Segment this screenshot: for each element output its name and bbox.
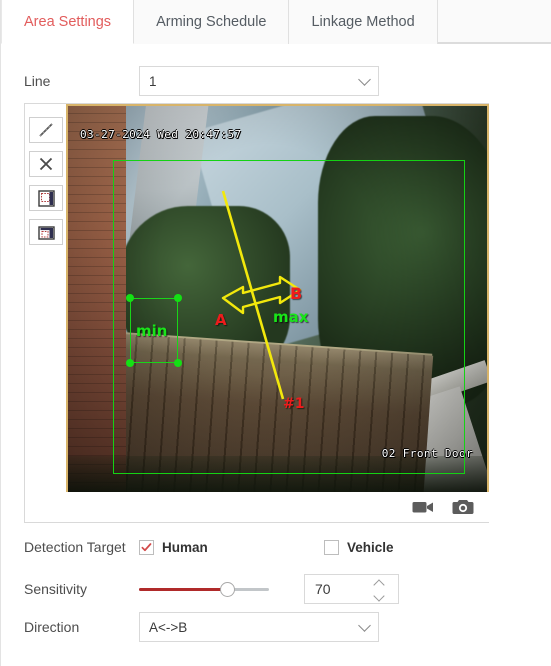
line-select-value: 1 xyxy=(149,73,157,89)
line-crossing-detection-panel: Area Settings Arming Schedule Linkage Me… xyxy=(0,0,551,666)
spinner-arrows xyxy=(374,578,387,600)
tab-arming-schedule-label: Arming Schedule xyxy=(156,14,267,30)
delete-tool[interactable] xyxy=(29,151,63,177)
tab-area-settings-label: Area Settings xyxy=(24,13,112,30)
direction-select[interactable]: A<->B xyxy=(139,612,379,642)
chevron-down-icon xyxy=(358,619,371,632)
human-checkbox-label: Human xyxy=(162,539,208,555)
min-box-handle-tl[interactable] xyxy=(126,294,134,302)
human-checkbox[interactable] xyxy=(139,539,154,555)
tab-area-settings[interactable]: Area Settings xyxy=(1,0,135,44)
side-a-label: A xyxy=(215,311,227,329)
close-icon xyxy=(39,157,53,171)
sensitivity-input[interactable]: 70 xyxy=(304,574,399,604)
tab-linkage-method-label: Linkage Method xyxy=(311,14,415,30)
crossing-line[interactable] xyxy=(221,190,285,400)
chevron-down-icon xyxy=(358,73,371,86)
max-size-label: max xyxy=(273,308,309,326)
camera-video-feed[interactable]: 03-27-2024 Wed 20:47:57 02 Front Door mi… xyxy=(66,104,489,494)
direction-select-value: A<->B xyxy=(149,619,188,635)
slider-thumb[interactable] xyxy=(219,582,235,597)
detection-target-label: Detection Target xyxy=(24,539,126,555)
detection-target-vehicle[interactable]: Vehicle xyxy=(324,539,394,555)
line-select[interactable]: 1 xyxy=(139,66,379,96)
clear-area-tool[interactable] xyxy=(29,185,63,211)
spinner-down-icon[interactable] xyxy=(374,593,385,600)
min-box-handle-br[interactable] xyxy=(174,359,182,367)
record-icon[interactable] xyxy=(412,499,434,515)
sensitivity-label: Sensitivity xyxy=(24,581,88,597)
detection-target-human[interactable]: Human xyxy=(139,539,324,555)
slider-fill xyxy=(139,588,227,591)
tab-arming-schedule[interactable]: Arming Schedule xyxy=(134,0,290,44)
min-box-handle-bl[interactable] xyxy=(126,359,134,367)
check-icon xyxy=(141,542,152,551)
vehicle-checkbox[interactable] xyxy=(324,539,339,555)
min-size-label: min xyxy=(136,322,168,340)
tab-bar-filler xyxy=(437,0,551,43)
clear-all-icon xyxy=(37,225,55,240)
line-label: Line xyxy=(24,73,51,89)
clear-all-tool[interactable] xyxy=(29,219,63,245)
snapshot-icon[interactable] xyxy=(452,498,474,516)
video-controls-bar xyxy=(25,492,490,522)
sensitivity-value: 70 xyxy=(315,581,331,597)
direction-label: Direction xyxy=(24,619,80,635)
line-row: Line 1 xyxy=(24,65,489,97)
detection-target-row: Detection Target Human Vehicle xyxy=(24,536,489,558)
min-box-handle-tr[interactable] xyxy=(174,294,182,302)
direction-row: Direction A<->B xyxy=(24,611,489,643)
side-b-label: B xyxy=(290,284,303,303)
live-preview-panel: 03-27-2024 Wed 20:47:57 02 Front Door mi… xyxy=(24,103,490,523)
tab-linkage-method[interactable]: Linkage Method xyxy=(289,0,438,44)
sensitivity-row: Sensitivity 70 xyxy=(24,573,489,605)
sensitivity-slider[interactable] xyxy=(139,581,269,597)
vehicle-checkbox-label: Vehicle xyxy=(347,539,394,555)
spinner-up-icon[interactable] xyxy=(374,578,385,585)
tab-bar: Area Settings Arming Schedule Linkage Me… xyxy=(1,0,551,44)
line-number-label: #1 xyxy=(283,396,305,412)
draw-line-tool[interactable] xyxy=(29,117,63,143)
draw-line-icon xyxy=(39,123,53,137)
clear-area-icon xyxy=(37,189,55,207)
